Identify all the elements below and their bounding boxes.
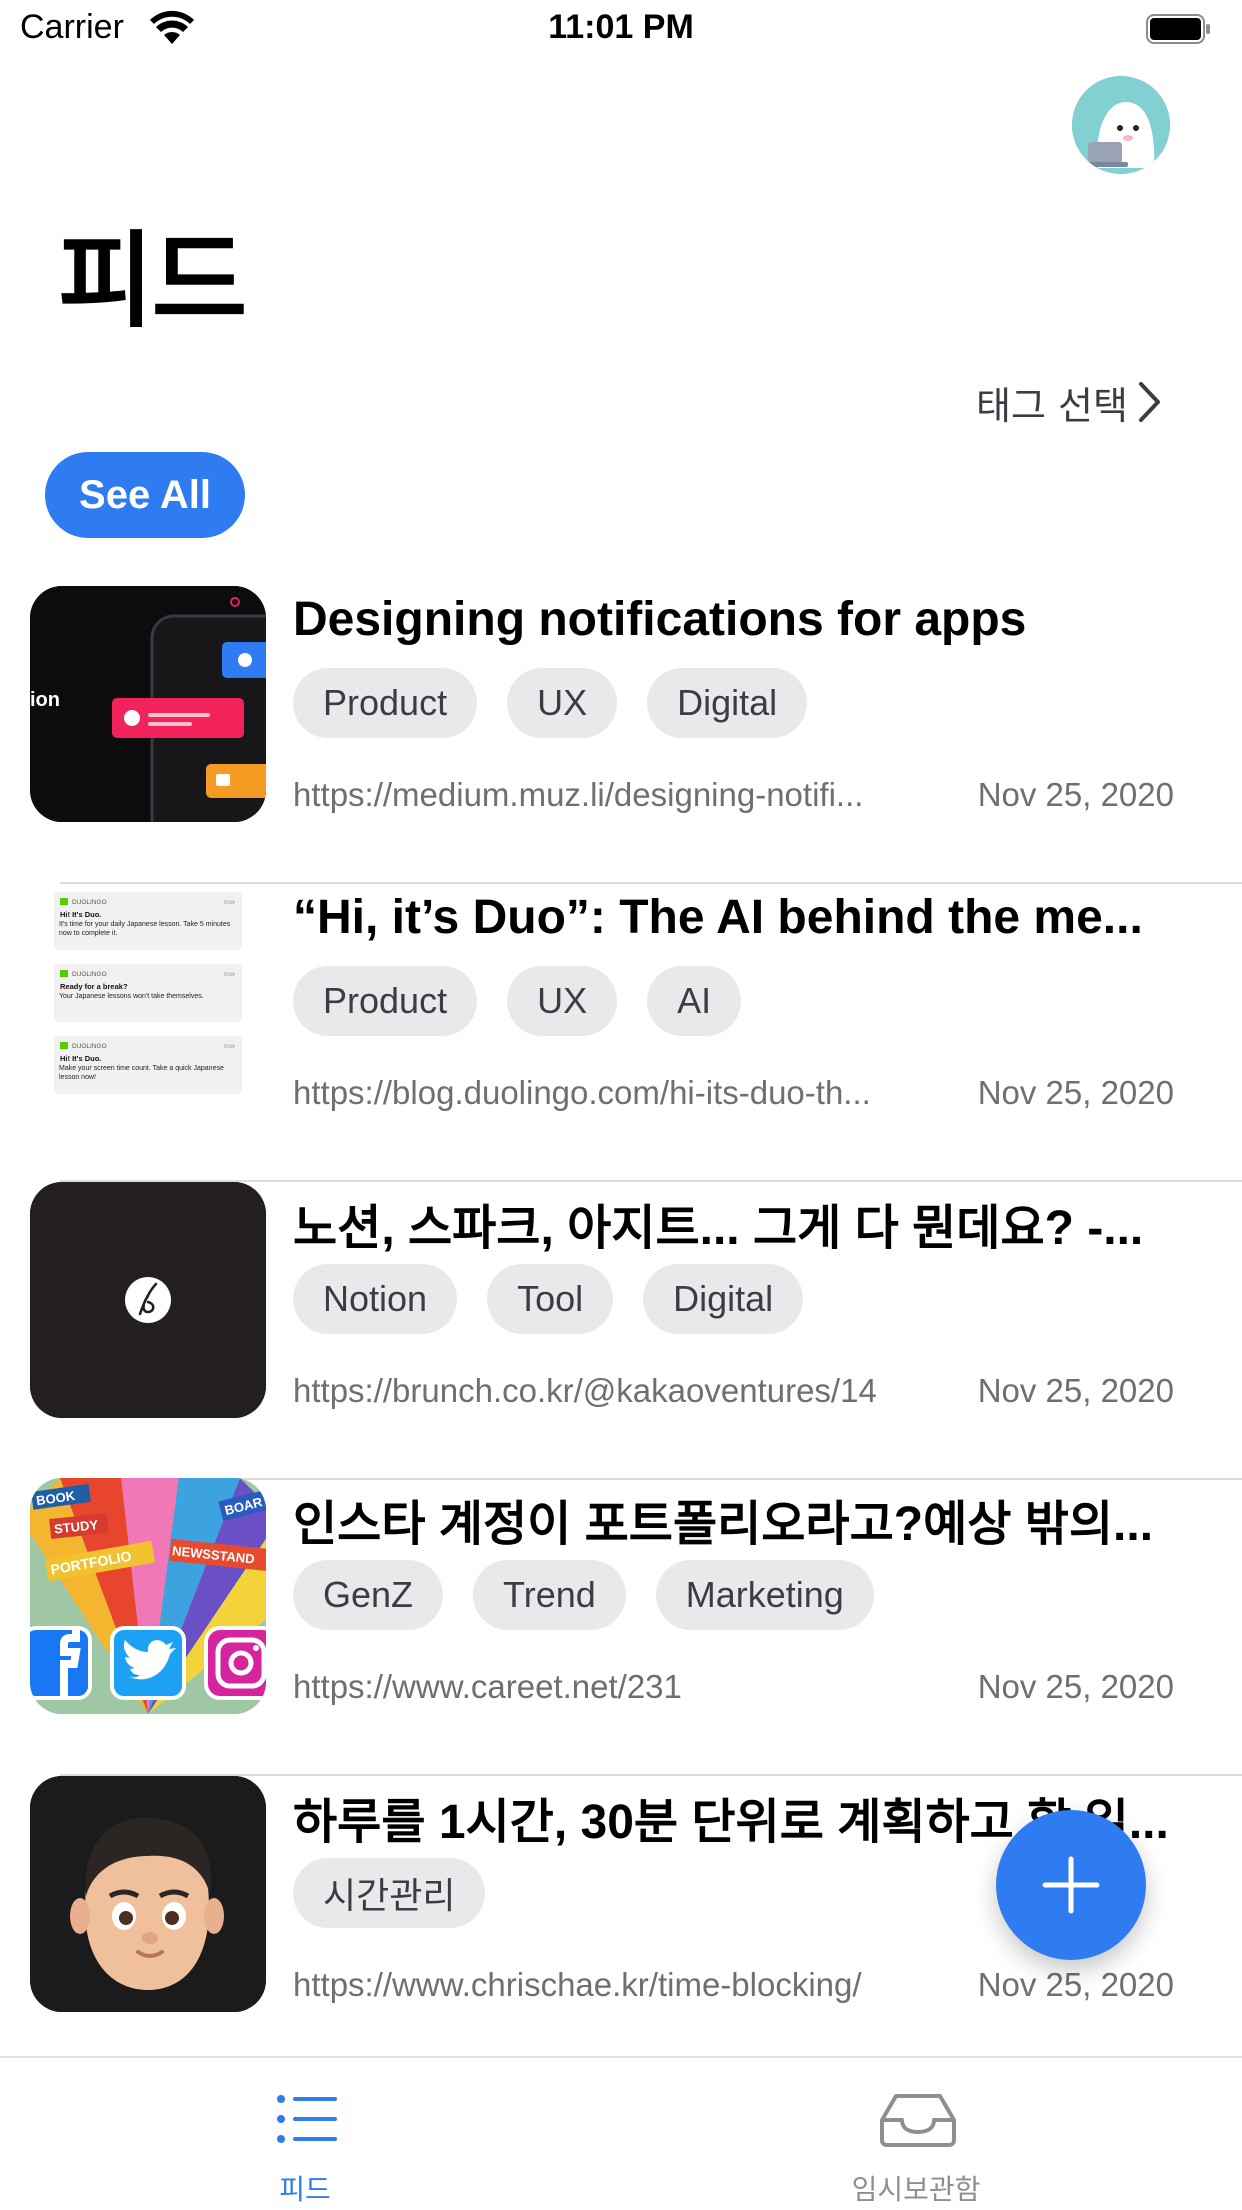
plus-icon (1042, 1856, 1100, 1914)
article-thumbnail (30, 1776, 266, 2012)
tag-list: 시간관리 (293, 1858, 486, 1928)
tag-list: Notion Tool Digital (293, 1264, 804, 1334)
tab-drafts[interactable]: 임시보관함 (766, 2058, 1066, 2210)
duo-card-body: Make your screen time count. Take a quic… (59, 1065, 224, 1081)
article-url: https://www.careet.net/231 (293, 1668, 682, 1705)
duo-card-title: Hi! It's Duo. (60, 910, 101, 919)
duo-card-2: DUOLINGO now Ready for a break? Your Jap… (54, 964, 242, 1022)
page-title: 피드 (58, 220, 247, 342)
tab-bar: 피드 임시보관함 (0, 2056, 1242, 2210)
article-title: 인스타 계정이 포트폴리오라고?예상 밖의... (293, 1498, 1154, 1551)
tag-chip[interactable]: Digital (647, 668, 808, 738)
feed-item[interactable]: ion Designing notifications for apps Pro… (0, 586, 1242, 884)
feed-item[interactable]: BOOK STUDY PORTFOLIO NEWSSTAND BOAR 인스타 … (0, 1478, 1242, 1776)
article-date: Nov 25, 2020 (977, 1966, 1174, 2003)
duo-time: now (224, 972, 236, 978)
duo-card-title: Hi! It's Duo. (60, 1054, 101, 1063)
tag-select-button[interactable]: 태그 선택 (976, 374, 1162, 430)
tag-chip[interactable]: UX (507, 966, 618, 1036)
article-date: Nov 25, 2020 (977, 1074, 1174, 1111)
tab-feed[interactable]: 피드 (155, 2058, 455, 2210)
article-title: “Hi, it’s Duo”: The AI behind the me... (293, 891, 1143, 944)
article-date: Nov 25, 2020 (977, 1372, 1174, 1409)
tag-list: Product UX Digital (293, 668, 808, 738)
article-thumbnail: DUOLINGO now Hi! It's Duo. It's time for… (30, 884, 266, 1120)
tag-list: Product UX AI (293, 966, 742, 1036)
instagram-icon (204, 1626, 266, 1700)
battery-icon (1146, 14, 1210, 44)
tag-chip[interactable]: 시간관리 (293, 1858, 486, 1928)
article-thumbnail (30, 1182, 266, 1418)
tag-select-label: 태그 선택 (976, 383, 1128, 428)
see-all-button[interactable]: See All (45, 452, 245, 538)
avatar-illustration (1072, 76, 1170, 174)
tag-chip[interactable]: UX (507, 668, 618, 738)
tray-icon (880, 2094, 956, 2147)
article-date: Nov 25, 2020 (977, 1668, 1174, 1705)
memoji-thumbnail (30, 1776, 266, 2012)
tag-chip[interactable]: Marketing (655, 1560, 874, 1630)
tab-label: 피드 (279, 2173, 331, 2206)
duo-brand: DUOLINGO (72, 899, 107, 906)
facebook-icon (30, 1626, 92, 1700)
article-url: https://brunch.co.kr/@kakaoventures/14 (293, 1372, 877, 1409)
chevron-right-icon (1138, 382, 1160, 422)
thumb-text: ion (30, 689, 60, 711)
add-button[interactable] (996, 1810, 1146, 1960)
tag-chip[interactable]: AI (647, 966, 742, 1036)
article-url: https://blog.duolingo.com/hi-its-duo-th.… (293, 1074, 871, 1111)
notification-illustration: ion (30, 586, 266, 822)
duo-card-1: DUOLINGO now Hi! It's Duo. It's time for… (54, 892, 242, 950)
duo-card-title: Ready for a break? (60, 982, 128, 991)
tab-label: 임시보관함 (851, 2173, 981, 2206)
twitter-icon (110, 1626, 186, 1700)
duolingo-notification-thumbnail: DUOLINGO now Hi! It's Duo. It's time for… (30, 884, 266, 1120)
tag-chip[interactable]: Digital (643, 1264, 804, 1334)
article-title: 노션, 스파크, 아지트... 그게 다 뭔데요? -... (293, 1202, 1144, 1255)
article-thumbnail: ion (30, 586, 266, 822)
status-time: 11:01 PM (548, 8, 694, 46)
tag-chip[interactable]: Trend (473, 1560, 626, 1630)
tag-chip[interactable]: Product (293, 668, 478, 738)
duo-brand: DUOLINGO (72, 1043, 107, 1050)
article-title: Designing notifications for apps (293, 593, 1027, 646)
duo-time: now (224, 1044, 236, 1050)
article-date: Nov 25, 2020 (977, 776, 1174, 813)
article-thumbnail: BOOK STUDY PORTFOLIO NEWSSTAND BOAR (30, 1478, 266, 1714)
duo-card-3: DUOLINGO now Hi! It's Duo. Make your scr… (54, 1036, 242, 1094)
tag-chip[interactable]: Product (293, 966, 478, 1036)
status-bar: Carrier 11:01 PM (0, 0, 1242, 62)
tag-list: GenZ Trend Marketing (293, 1560, 874, 1630)
brunch-logo-thumbnail (30, 1182, 266, 1418)
feed-item[interactable]: 노션, 스파크, 아지트... 그게 다 뭔데요? -... Notion To… (0, 1182, 1242, 1480)
article-url: https://www.chrischae.kr/time-blocking/ (293, 1966, 862, 2003)
duo-time: now (224, 900, 236, 906)
tag-chip[interactable]: Tool (487, 1264, 614, 1334)
duo-brand: DUOLINGO (72, 971, 107, 978)
tag-chip[interactable]: GenZ (293, 1560, 444, 1630)
list-icon (277, 2095, 337, 2143)
tag-chip[interactable]: Notion (293, 1264, 458, 1334)
duo-card-body: It's time for your daily Japanese lesson… (59, 921, 231, 937)
feed-item[interactable]: DUOLINGO now Hi! It's Duo. It's time for… (0, 884, 1242, 1182)
article-url: https://medium.muz.li/designing-notifi..… (293, 776, 864, 813)
profile-avatar[interactable] (1072, 76, 1170, 174)
duo-card-body: Your Japanese lessons won't take themsel… (59, 993, 204, 1000)
social-portfolio-thumbnail: BOOK STUDY PORTFOLIO NEWSSTAND BOAR (30, 1478, 266, 1714)
